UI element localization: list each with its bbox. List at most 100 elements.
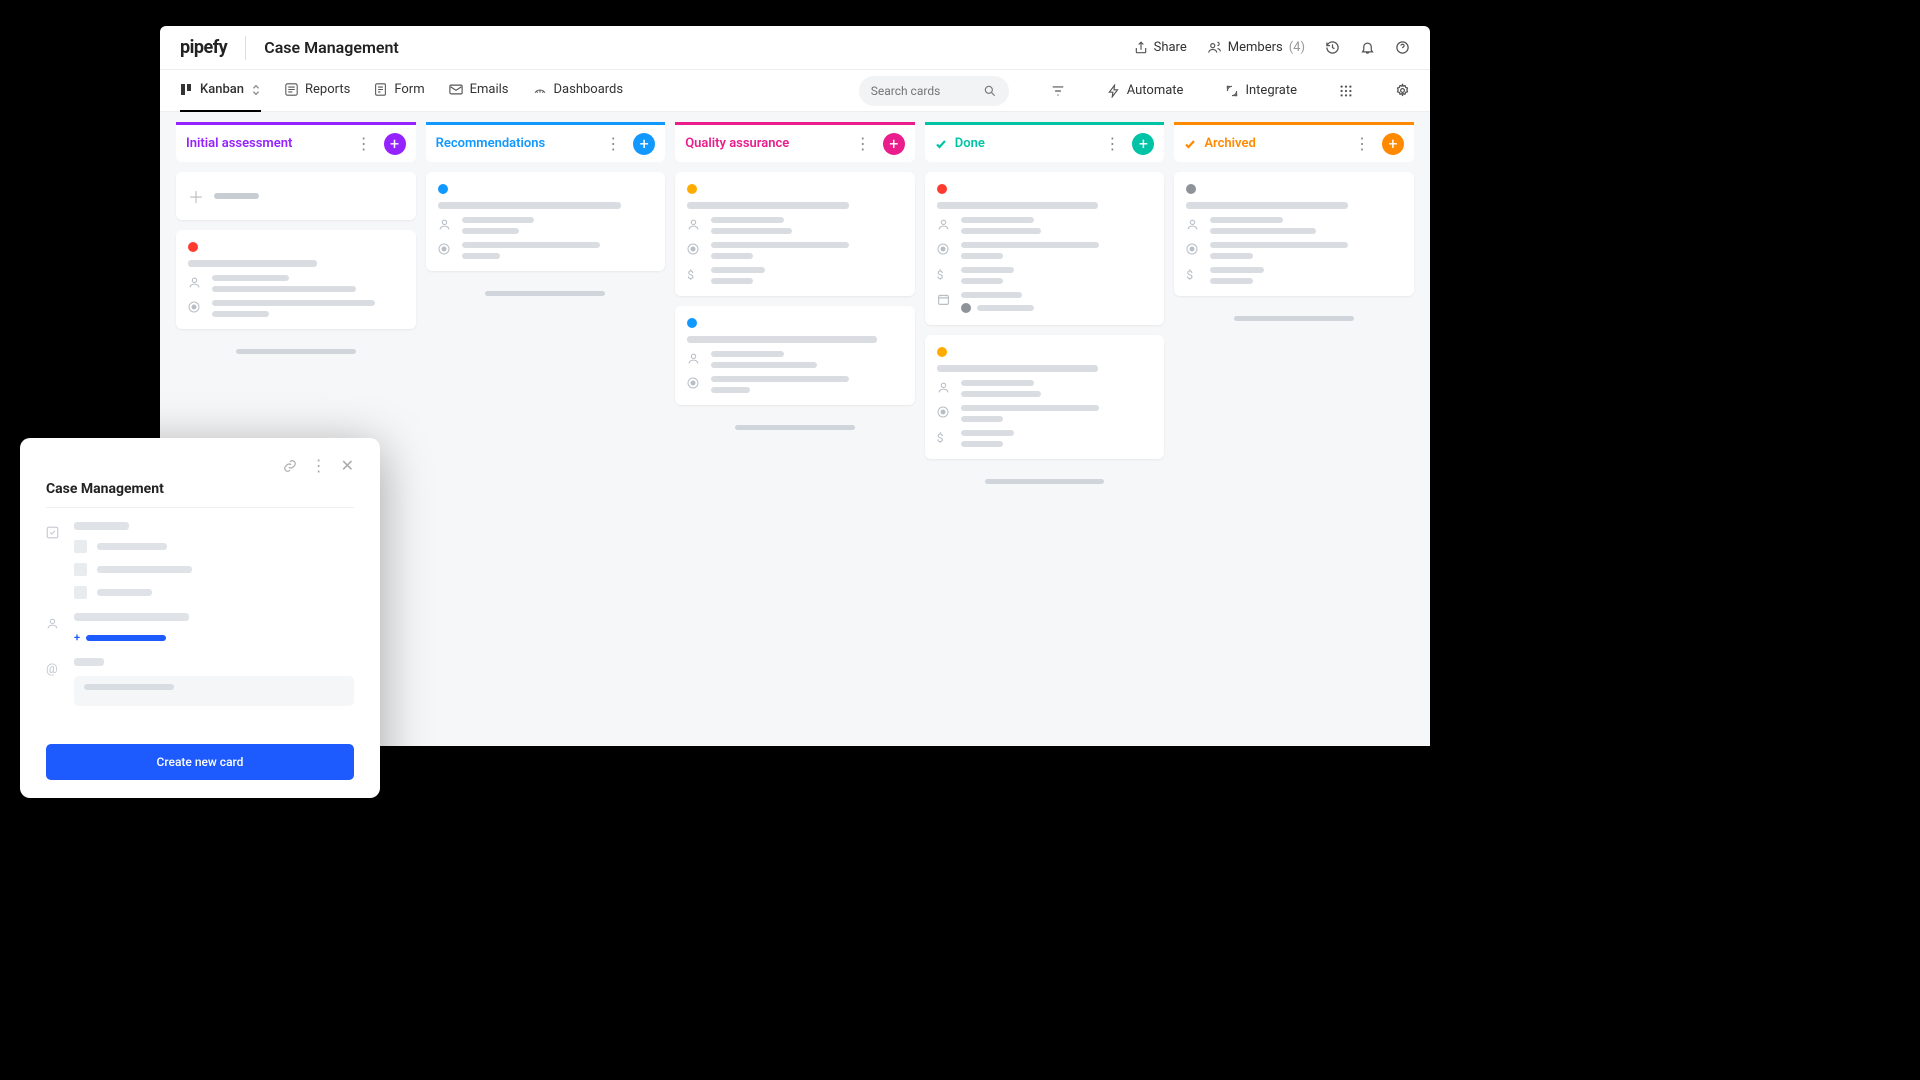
new-card-placeholder[interactable]: ＋ <box>176 172 416 220</box>
add-card-button[interactable]: + <box>633 133 655 155</box>
page-title: Case Management <box>264 38 399 57</box>
card-title <box>438 202 621 209</box>
dollar-icon: $ <box>1186 268 1200 282</box>
members-icon <box>1207 41 1222 55</box>
notifications-button[interactable] <box>1360 40 1375 55</box>
logo: pipefy <box>180 37 227 58</box>
divider <box>245 36 246 60</box>
kanban-card[interactable]: $ <box>1174 172 1414 296</box>
column-menu-button[interactable]: ⋮ <box>601 130 625 157</box>
radio-icon <box>937 406 951 418</box>
kanban-card[interactable] <box>176 230 416 329</box>
add-assignee-link[interactable]: + <box>74 631 354 644</box>
kanban-icon <box>180 83 193 96</box>
modal-menu-button[interactable]: ⋮ <box>311 456 327 475</box>
status-dot <box>687 184 697 194</box>
integrate-icon <box>1225 84 1239 98</box>
column-header: Quality assurance ⋮ + <box>675 122 915 162</box>
history-button[interactable] <box>1325 40 1340 55</box>
tab-emails[interactable]: Emails <box>449 70 509 112</box>
column-recommendations: Recommendations ⋮ + <box>426 122 666 736</box>
column-footer <box>426 281 666 305</box>
search-icon <box>983 84 997 98</box>
add-card-button[interactable]: + <box>384 133 406 155</box>
kanban-card[interactable] <box>426 172 666 271</box>
share-icon <box>1134 41 1148 55</box>
add-card-button[interactable]: + <box>1382 133 1404 155</box>
card-title <box>188 260 317 267</box>
tab-kanban[interactable]: Kanban <box>180 70 261 112</box>
field-label <box>74 522 129 530</box>
field-label <box>74 658 104 666</box>
dollar-icon: $ <box>937 431 951 445</box>
status-dot <box>438 184 448 194</box>
apps-button[interactable] <box>1339 84 1353 98</box>
column-menu-button[interactable]: ⋮ <box>851 130 875 157</box>
settings-button[interactable] <box>1395 83 1410 98</box>
tab-form[interactable]: Form <box>374 70 424 112</box>
option-item[interactable] <box>74 586 354 599</box>
radio-icon <box>937 243 951 255</box>
emails-icon <box>449 83 463 96</box>
option-item[interactable] <box>74 563 354 576</box>
user-icon <box>937 218 951 231</box>
gear-icon <box>1395 83 1410 98</box>
automate-button[interactable]: Automate <box>1107 83 1184 98</box>
user-icon <box>188 276 202 289</box>
close-button[interactable]: ✕ <box>341 456 354 475</box>
tab-dashboards[interactable]: Dashboards <box>533 70 624 112</box>
help-button[interactable] <box>1395 40 1410 55</box>
members-label: Members <box>1228 40 1283 55</box>
automate-icon <box>1107 84 1121 98</box>
status-dot <box>188 242 198 252</box>
dashboards-icon <box>533 83 547 96</box>
form-icon <box>374 83 387 96</box>
column-quality-assurance: Quality assurance ⋮ + $ <box>675 122 915 736</box>
add-card-button[interactable]: + <box>1132 133 1154 155</box>
help-icon <box>1395 40 1410 55</box>
card-title <box>687 202 849 209</box>
members-button[interactable]: Members (4) <box>1207 40 1305 55</box>
column-footer <box>176 339 416 363</box>
reports-icon <box>285 83 298 96</box>
mention-input[interactable] <box>74 676 354 706</box>
kanban-card[interactable]: $ <box>925 172 1165 325</box>
search-box[interactable] <box>859 76 1009 106</box>
column-menu-button[interactable]: ⋮ <box>1100 130 1124 157</box>
column-menu-button[interactable]: ⋮ <box>1350 130 1374 157</box>
add-card-button[interactable]: + <box>883 133 905 155</box>
filter-icon <box>1051 84 1065 98</box>
column-name: Recommendations <box>436 136 594 151</box>
column-header: Initial assessment ⋮ + <box>176 122 416 162</box>
user-icon <box>1186 218 1200 231</box>
search-input[interactable] <box>871 84 983 98</box>
share-button[interactable]: Share <box>1134 40 1187 55</box>
filter-button[interactable] <box>1051 84 1065 98</box>
integrate-button[interactable]: Integrate <box>1225 83 1297 98</box>
field-label <box>74 613 189 621</box>
user-icon <box>687 218 701 231</box>
calendar-icon <box>937 293 951 306</box>
plus-icon: ＋ <box>188 184 204 208</box>
create-card-button[interactable]: Create new card <box>46 744 354 780</box>
radio-icon <box>1186 243 1200 255</box>
modal-title: Case Management <box>46 481 354 497</box>
column-name: Initial assessment <box>186 136 344 151</box>
tab-bar: Kanban Reports Form Emails Dashboards Au… <box>160 70 1430 112</box>
radio-icon <box>687 243 701 255</box>
kanban-card[interactable]: $ <box>925 335 1165 459</box>
radio-icon <box>438 243 452 255</box>
kanban-card[interactable] <box>675 306 915 405</box>
column-name: Archived <box>1204 136 1342 151</box>
tab-reports[interactable]: Reports <box>285 70 350 112</box>
plus-icon: + <box>74 631 80 644</box>
user-icon <box>687 352 701 365</box>
members-count: (4) <box>1289 40 1305 55</box>
column-archived: Archived ⋮ + $ <box>1174 122 1414 736</box>
option-item[interactable] <box>74 540 354 553</box>
column-menu-button[interactable]: ⋮ <box>352 130 376 157</box>
link-icon[interactable] <box>283 456 297 475</box>
kanban-card[interactable]: $ <box>675 172 915 296</box>
column-header: Archived ⋮ + <box>1174 122 1414 162</box>
column-header: Done ⋮ + <box>925 122 1165 162</box>
